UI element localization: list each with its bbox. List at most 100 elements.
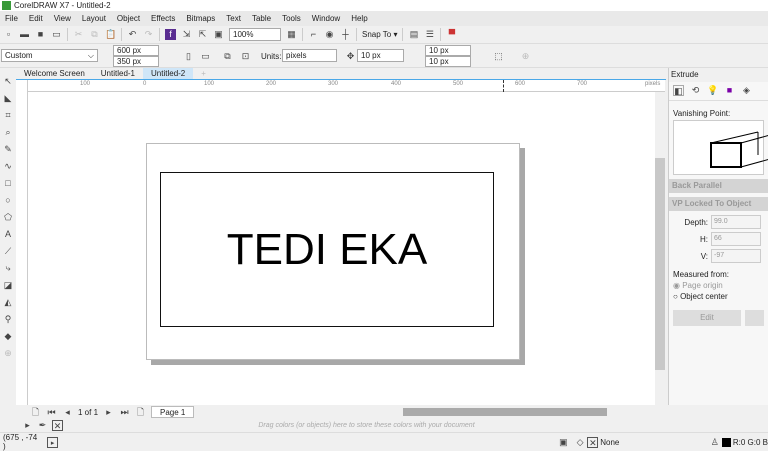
- parallel-dimension-icon[interactable]: ⟋: [2, 246, 14, 257]
- ellipse-tool-icon[interactable]: ○: [2, 195, 14, 206]
- new-tab-icon[interactable]: +: [193, 68, 214, 79]
- interactive-fill-icon[interactable]: ◆: [2, 331, 14, 342]
- back-parallel-select[interactable]: Back Parallel: [669, 179, 768, 193]
- horizontal-scroll-thumb[interactable]: [403, 408, 607, 416]
- artistic-media-icon[interactable]: ∿: [2, 161, 14, 172]
- duplicate-x-input[interactable]: 10 px: [425, 45, 471, 56]
- menu-view[interactable]: View: [49, 14, 77, 23]
- horizontal-ruler[interactable]: 100 0 100 200 300 400 500 600 700 pixels: [28, 80, 665, 92]
- pick-tool-icon[interactable]: ↖: [2, 76, 14, 87]
- cut-icon[interactable]: ✂: [73, 29, 84, 40]
- h-input[interactable]: 66: [711, 232, 761, 246]
- menu-object[interactable]: Object: [112, 14, 146, 23]
- eyedropper-icon[interactable]: ⚲: [2, 314, 14, 325]
- text-tool-icon[interactable]: A: [2, 229, 14, 240]
- freehand-tool-icon[interactable]: ✎: [2, 144, 14, 155]
- zoom-tool-icon[interactable]: ⌕: [2, 127, 14, 138]
- menu-bitmaps[interactable]: Bitmaps: [181, 14, 221, 23]
- page-origin-radio[interactable]: ◉ Page origin: [669, 280, 768, 291]
- edit-button[interactable]: Edit: [673, 310, 741, 326]
- extrude-rotation-icon[interactable]: ⟲: [690, 85, 701, 96]
- text-object[interactable]: TEDI EKA: [227, 225, 428, 275]
- search-content-icon[interactable]: f: [165, 29, 176, 40]
- vp-locked-select[interactable]: VP Locked To Object: [669, 197, 768, 211]
- drop-shadow-icon[interactable]: ◪: [2, 280, 14, 291]
- import-icon[interactable]: ⇲: [181, 29, 192, 40]
- vertical-scroll-thumb[interactable]: [655, 158, 665, 370]
- last-page-icon[interactable]: ⏭: [119, 407, 130, 418]
- page-height-input[interactable]: 350 px: [113, 56, 159, 67]
- crop-tool-icon[interactable]: ⌗: [2, 110, 14, 121]
- undo-icon[interactable]: ↶: [127, 29, 138, 40]
- apply-button[interactable]: [745, 310, 764, 326]
- landscape-icon[interactable]: ▭: [200, 51, 211, 62]
- menu-text[interactable]: Text: [221, 14, 247, 23]
- transparency-icon[interactable]: ◭: [2, 297, 14, 308]
- copy-icon[interactable]: ⧉: [89, 29, 100, 40]
- object-center-radio[interactable]: ○ Object center: [669, 291, 768, 302]
- page-preset-select[interactable]: Custom ⌵: [1, 49, 98, 62]
- tab-welcome-screen[interactable]: Welcome Screen: [16, 68, 93, 79]
- extrude-lighting-icon[interactable]: 💡: [707, 85, 718, 96]
- menu-effects[interactable]: Effects: [146, 14, 181, 23]
- menu-edit[interactable]: Edit: [24, 14, 49, 23]
- no-color-swatch-icon[interactable]: ✕: [52, 420, 63, 431]
- current-page-icon[interactable]: ⊡: [240, 51, 251, 62]
- redo-icon[interactable]: ↷: [143, 29, 154, 40]
- add-page-after-icon[interactable]: 🗋: [135, 407, 146, 418]
- guidelines-icon[interactable]: ┼: [340, 29, 351, 40]
- page-width-input[interactable]: 600 px: [113, 45, 159, 56]
- save-icon[interactable]: ■: [35, 29, 46, 40]
- next-page-icon[interactable]: ▸: [103, 407, 114, 418]
- menu-table[interactable]: Table: [247, 14, 277, 23]
- options-icon[interactable]: ▤: [408, 29, 419, 40]
- add-tool-icon[interactable]: ⊕: [2, 348, 14, 359]
- menu-layout[interactable]: Layout: [77, 14, 112, 23]
- rulers-icon[interactable]: ⌐: [308, 29, 319, 40]
- horizontal-scrollbar[interactable]: [350, 407, 665, 417]
- v-input[interactable]: -97: [711, 249, 761, 263]
- menu-file[interactable]: File: [0, 14, 24, 23]
- new-icon[interactable]: ▫: [3, 29, 14, 40]
- extrude-preset-icon[interactable]: ◧: [673, 85, 684, 96]
- menu-help[interactable]: Help: [346, 14, 373, 23]
- shape-tool-icon[interactable]: ◣: [2, 93, 14, 104]
- vertical-scrollbar[interactable]: [655, 92, 665, 405]
- polygon-tool-icon[interactable]: ⬠: [2, 212, 14, 223]
- full-screen-icon[interactable]: ▦: [286, 29, 297, 40]
- all-pages-icon[interactable]: ⧉: [222, 51, 233, 62]
- print-icon[interactable]: ▭: [51, 29, 62, 40]
- snap-to-button[interactable]: Snap To ▾: [362, 30, 397, 39]
- nudge-icon[interactable]: ✥: [345, 51, 356, 62]
- portrait-icon[interactable]: ▯: [183, 51, 194, 62]
- drawing-canvas[interactable]: TEDI EKA: [28, 92, 655, 405]
- connector-tool-icon[interactable]: ⤷: [2, 263, 14, 274]
- extrude-color-icon[interactable]: ■: [724, 85, 735, 96]
- treat-as-filled-icon[interactable]: ⬚: [493, 51, 504, 62]
- paste-icon[interactable]: 📋: [105, 29, 116, 40]
- export-icon[interactable]: ⇱: [197, 29, 208, 40]
- palette-menu-icon[interactable]: ▸: [22, 420, 33, 431]
- zoom-level-select[interactable]: 100%: [229, 28, 281, 41]
- welcome-screen-icon[interactable]: ▀: [446, 29, 457, 40]
- add-icon[interactable]: ⊕: [520, 51, 531, 62]
- extrude-bevel-icon[interactable]: ◈: [741, 85, 752, 96]
- first-page-icon[interactable]: ⏮: [46, 407, 57, 418]
- depth-input[interactable]: 99.0: [711, 215, 761, 229]
- rectangle-tool-icon[interactable]: □: [2, 178, 14, 189]
- palette-eyedropper-icon[interactable]: ✒: [37, 420, 48, 431]
- nudge-distance-input[interactable]: 10 px: [357, 49, 404, 62]
- units-select[interactable]: pixels: [282, 49, 337, 62]
- duplicate-y-input[interactable]: 10 px: [425, 56, 471, 67]
- application-launcher-icon[interactable]: ☰: [424, 29, 435, 40]
- grid-icon[interactable]: ◉: [324, 29, 335, 40]
- prev-page-icon[interactable]: ◂: [62, 407, 73, 418]
- page-tab[interactable]: Page 1: [151, 406, 195, 418]
- menu-window[interactable]: Window: [307, 14, 346, 23]
- vertical-ruler[interactable]: [16, 80, 28, 405]
- menu-tools[interactable]: Tools: [277, 14, 307, 23]
- tab-untitled-2[interactable]: Untitled-2: [143, 68, 194, 79]
- publish-pdf-icon[interactable]: ▣: [213, 29, 224, 40]
- rectangle-shape[interactable]: TEDI EKA: [160, 172, 494, 327]
- tab-untitled-1[interactable]: Untitled-1: [93, 68, 143, 79]
